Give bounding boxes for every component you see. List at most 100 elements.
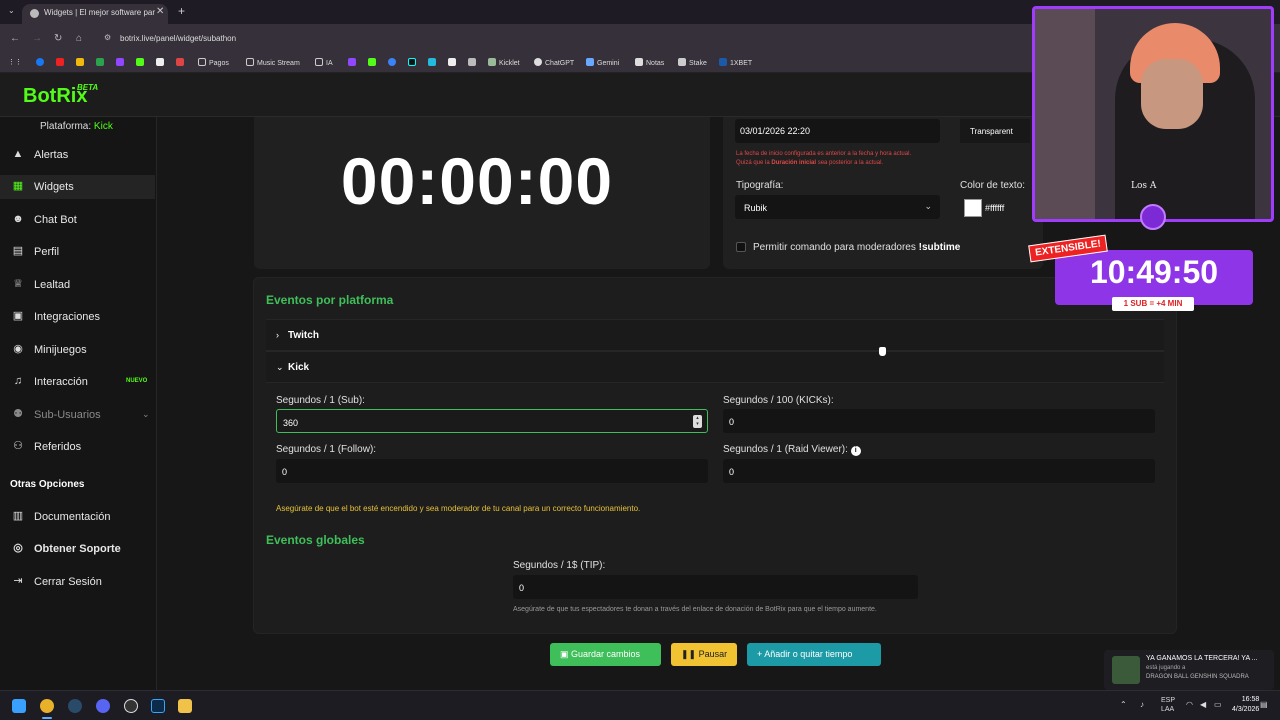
timer-display: 00:00:00 [340, 144, 614, 218]
widgets-icon: ▦ [12, 180, 24, 192]
profile-icon: ▤ [12, 245, 24, 257]
tip-seconds-input[interactable]: 0 [513, 575, 918, 599]
info-icon[interactable]: i [850, 446, 861, 456]
sidebar-item-sub-usuarios[interactable]: ⚉ Sub-Usuarios ⌄ [0, 403, 155, 427]
photoshop-icon[interactable] [151, 699, 165, 713]
bookmark-facebook-icon[interactable] [36, 58, 47, 67]
pause-icon: ❚❚ [681, 649, 697, 659]
color-swatch[interactable] [964, 199, 982, 217]
sidebar-item-integraciones[interactable]: ▣ Integraciones [0, 305, 155, 329]
language-indicator[interactable]: ESP LAA [1161, 696, 1175, 714]
timer-preview-card: 00:00:00 [254, 117, 710, 269]
hand-cursor-icon [879, 347, 886, 356]
sidebar-item-interaccion[interactable]: ♫ Interacción NUEVO [0, 370, 155, 394]
robot-icon: ☻ [12, 213, 24, 225]
apps-icon[interactable]: ⋮⋮ [8, 58, 22, 66]
bookmark-chatgpt[interactable]: ChatGPT [534, 58, 574, 67]
bookmark-notas[interactable]: Notas [635, 58, 664, 67]
moderator-checkbox[interactable] [736, 242, 746, 252]
sidebar-item-minijuegos[interactable]: ◉ Minijuegos [0, 338, 155, 362]
windows-start-icon[interactable] [12, 699, 26, 713]
color-value[interactable]: #ffffff [985, 203, 1004, 213]
start-date-input[interactable]: 03/01/2026 22:20 [735, 119, 940, 143]
sidebar-item-chat-bot[interactable]: ☻ Chat Bot [0, 208, 155, 232]
chevron-down-icon: ⌄ [142, 409, 150, 419]
chrome-icon[interactable] [40, 699, 54, 719]
bookmark-twitch2-icon[interactable] [348, 58, 359, 67]
background-button[interactable]: Transparent [960, 119, 1030, 143]
bookmark-ia[interactable]: IA [315, 58, 333, 67]
bookmark-p-icon[interactable] [156, 58, 167, 67]
system-clock[interactable]: 16:58 4/3/2026 [1232, 695, 1259, 715]
follow-seconds-input[interactable]: 0 [276, 459, 708, 483]
accordion-twitch[interactable]: › Twitch [266, 319, 1164, 351]
volume-icon[interactable]: ◀ [1200, 700, 1206, 709]
reload-icon[interactable]: ↻ [54, 33, 62, 44]
site-info-icon[interactable]: ⚙ [104, 33, 111, 42]
sidebar-item-cerrar-sesion[interactable]: ⇥ Cerrar Sesión [0, 570, 155, 594]
microphone-icon[interactable]: ♪ [1140, 700, 1144, 709]
file-explorer-icon[interactable] [178, 699, 192, 713]
home-icon[interactable]: ⌂ [76, 33, 82, 44]
tab-search-icon[interactable]: ⌄ [8, 6, 15, 15]
bookmark-pagos[interactable]: Pagos [198, 58, 229, 67]
sub-seconds-input[interactable]: 360 ▴ ▾ [276, 409, 708, 433]
wifi-icon[interactable]: ◠ [1186, 700, 1193, 709]
beta-badge: BETA [77, 83, 99, 92]
sidebar-item-referidos[interactable]: ⚇ Referidos [0, 435, 155, 459]
bookmark-binance-icon[interactable] [76, 58, 87, 67]
bookmark-gemini[interactable]: Gemini [586, 58, 619, 67]
tab-title: Widgets | El mejor software par [44, 8, 156, 17]
bookmark-1xbet[interactable]: 1XBET [719, 58, 752, 67]
new-tab-icon[interactable]: + [178, 4, 185, 18]
support-icon: ◎ [13, 542, 23, 554]
users-icon: ⚉ [13, 408, 23, 420]
sidebar-item-lealtad[interactable]: ♕ Lealtad [0, 273, 155, 297]
url-field[interactable]: botrix.live/panel/widget/subathon [120, 34, 236, 43]
number-spinner-icon[interactable]: ▴ ▾ [693, 415, 702, 428]
tip-note: Asegúrate de que tus espectadores te don… [513, 606, 877, 613]
add-time-button[interactable]: + Añadir o quitar tiempo [747, 643, 881, 666]
forward-icon[interactable]: → [32, 33, 42, 44]
sidebar-item-widgets[interactable]: ▦ Widgets [0, 175, 155, 199]
discord-icon[interactable] [96, 699, 110, 713]
bookmark-tiktok-icon[interactable] [408, 58, 419, 67]
bookmark-twitch-icon[interactable] [116, 58, 127, 67]
bookmark-kick-icon[interactable] [136, 58, 147, 67]
tab-close-icon[interactable]: ✕ [156, 6, 164, 17]
bookmark-kick2-icon[interactable] [368, 58, 379, 67]
battery-icon[interactable]: ▭ [1214, 700, 1222, 709]
bookmark-drive-icon[interactable] [96, 58, 107, 67]
tray-chevron-icon[interactable]: ⌃ [1120, 700, 1127, 709]
bookmark-app-icon[interactable] [428, 58, 439, 67]
raid-seconds-input[interactable]: 0 [723, 459, 1155, 483]
bookmark-meta-icon[interactable] [388, 58, 399, 67]
kicks-seconds-input[interactable]: 0 [723, 409, 1155, 433]
bookmark-misc-icon[interactable] [448, 58, 459, 67]
bookmark-misc2-icon[interactable] [468, 58, 479, 67]
shirt-text: Los A [1131, 181, 1157, 191]
bookmark-music-stream[interactable]: Music Stream [246, 58, 300, 67]
notifications-icon[interactable]: ▤ [1260, 700, 1268, 709]
bookmark-youtube-icon[interactable] [56, 58, 67, 67]
webcam-overlay: Los A [1032, 6, 1274, 222]
font-select[interactable]: Rubik ⌄ [735, 195, 940, 219]
bookmark-kicklet[interactable]: Kicklet [488, 58, 520, 67]
save-button[interactable]: ▣ Guardar cambios [550, 643, 661, 666]
save-icon: ▣ [560, 649, 569, 659]
pause-button[interactable]: ❚❚ Pausar [671, 643, 737, 666]
bookmark-stake[interactable]: Stake [678, 58, 707, 67]
new-badge: NUEVO [126, 378, 148, 384]
steam-icon[interactable] [68, 699, 82, 713]
sidebar-item-perfil[interactable]: ▤ Perfil [0, 240, 155, 264]
events-card: Eventos por platforma › Twitch ⌄ Kick Se… [253, 277, 1177, 634]
sidebar-item-documentacion[interactable]: ▥ Documentación [0, 505, 155, 529]
sidebar-item-alertas[interactable]: ▲ Alertas [0, 143, 155, 167]
back-icon[interactable]: ← [10, 33, 20, 44]
sidebar-item-soporte[interactable]: ◎ Obtener Soporte [0, 537, 155, 561]
obs-icon[interactable] [124, 699, 138, 713]
browser-tab[interactable]: Widgets | El mejor software par [22, 4, 168, 24]
subathon-time: 10:49:50 [1089, 254, 1219, 290]
accordion-kick[interactable]: ⌄ Kick [266, 351, 1164, 383]
bookmark-gmail-icon[interactable] [176, 58, 187, 67]
